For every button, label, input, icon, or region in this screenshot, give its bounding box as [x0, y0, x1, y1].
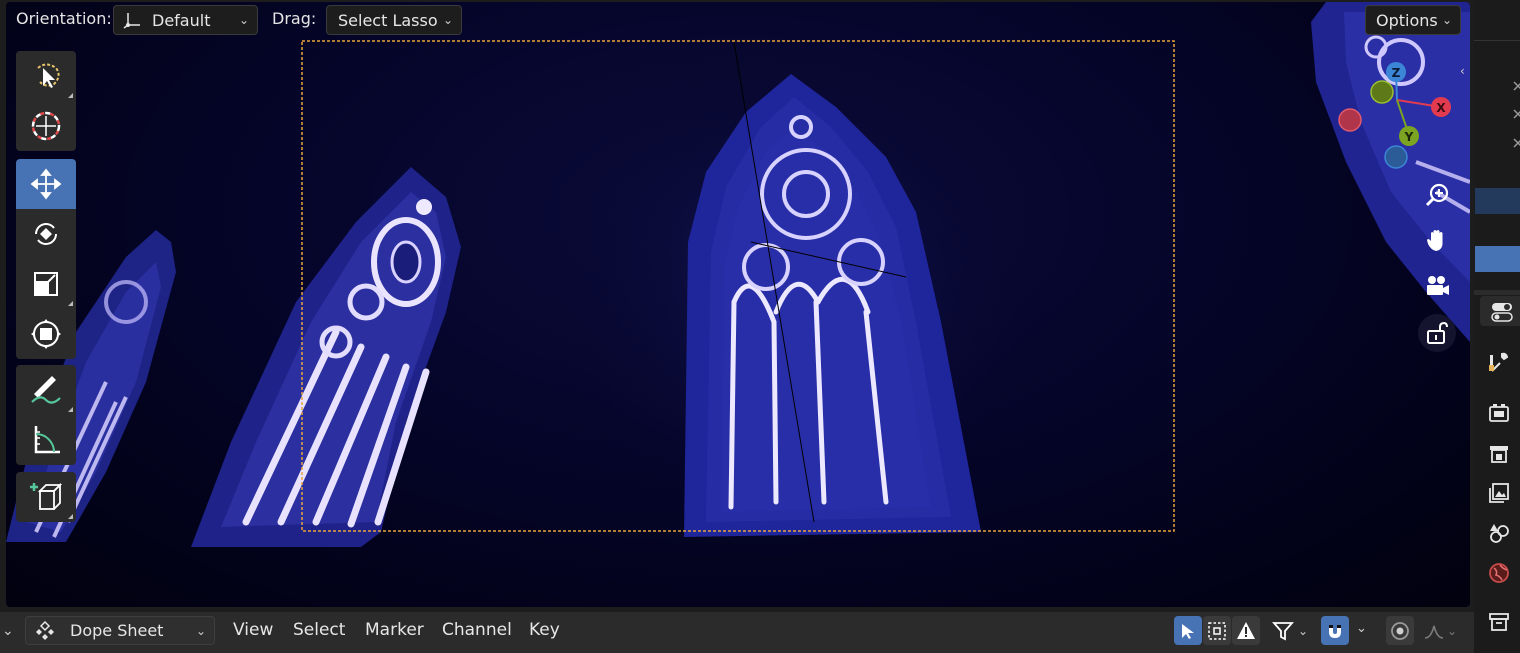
only-show-selected-toggle[interactable] — [1174, 616, 1202, 645]
view-layer-tab[interactable] — [1487, 481, 1511, 505]
chevron-down-icon: ⌄ — [1446, 623, 1458, 638]
archive-box-icon — [1489, 613, 1509, 631]
options-dropdown[interactable]: Options ⌄ — [1365, 5, 1461, 35]
toggle-icon — [1491, 303, 1513, 322]
world-tab[interactable] — [1487, 561, 1511, 585]
zoom-button[interactable] — [1422, 180, 1452, 210]
collection-tab[interactable] — [1487, 610, 1511, 634]
unlock-icon — [1427, 321, 1448, 344]
scale-icon — [34, 272, 58, 296]
select-lasso-icon — [37, 63, 60, 88]
proportional-falloff-dropdown[interactable]: ⌄ — [1418, 616, 1462, 645]
editor-type-dropdown[interactable]: Dope Sheet ⌄ — [25, 616, 215, 645]
window-middle-left — [191, 167, 461, 547]
hand-icon — [1427, 230, 1443, 251]
auto-snapping-toggle[interactable] — [1321, 616, 1349, 645]
wrench-screwdriver-icon — [1489, 352, 1509, 372]
axis-y-label: Y — [1404, 130, 1414, 144]
measure-icon — [34, 426, 60, 454]
image-layers-icon — [1489, 483, 1509, 503]
options-label: Options — [1376, 10, 1438, 30]
falloff-curve-icon — [1424, 625, 1444, 639]
zoom-icon — [1425, 183, 1449, 207]
arrow-cursor-icon — [1182, 623, 1194, 639]
pan-button[interactable] — [1422, 225, 1452, 255]
transform-icon — [31, 319, 61, 349]
drag-value: Select Lasso — [338, 10, 438, 30]
chevron-down-icon: ⌄ — [442, 13, 453, 27]
editor-type-value: Dope Sheet — [70, 621, 164, 640]
rotate-icon — [35, 223, 57, 245]
warning-icon — [1237, 621, 1255, 639]
orientation-dropdown[interactable]: Default ⌄ — [113, 5, 258, 35]
world-icon — [1489, 563, 1509, 583]
menu-key[interactable]: Key — [529, 620, 560, 640]
chevron-down-icon: ⌄ — [195, 623, 206, 638]
annotate-icon — [31, 376, 61, 404]
only-show-errors-toggle[interactable] — [1232, 616, 1260, 645]
filters-dropdown[interactable]: ⌄ — [1266, 616, 1314, 645]
chevron-down-icon: ⌄ — [1441, 13, 1452, 27]
tool-select-lasso[interactable] — [16, 51, 76, 101]
camera-view-button[interactable] — [1422, 271, 1452, 301]
orientation-value: Default — [152, 10, 211, 30]
add-cube-icon — [30, 482, 63, 510]
drag-label: Drag: — [272, 9, 317, 28]
tool-transform[interactable] — [16, 309, 76, 359]
axis-z-label: Z — [1392, 66, 1401, 80]
show-hidden-toggle[interactable] — [1203, 616, 1231, 645]
proportional-editing-toggle[interactable] — [1386, 616, 1414, 645]
chevron-down-icon: ⌄ — [238, 13, 249, 27]
filter-funnel-icon — [1271, 621, 1294, 640]
output-tab[interactable] — [1487, 442, 1511, 466]
dope-sheet-icon — [36, 620, 54, 640]
axis-neg-x-ball[interactable] — [1338, 108, 1362, 132]
navigation-gizmo[interactable]: Z X Y — [1335, 60, 1455, 172]
magnet-icon — [1329, 624, 1341, 638]
tool-annotate[interactable] — [16, 365, 76, 415]
camera-icon — [1427, 276, 1449, 295]
window-center — [536, 41, 1056, 552]
tool-tab[interactable] — [1487, 350, 1511, 374]
menu-select[interactable]: Select — [293, 620, 345, 640]
snapping-mode-chevron-icon[interactable]: ⌄ — [1356, 621, 1367, 636]
scene-icon — [1490, 524, 1509, 543]
axis-neg-z-ball[interactable] — [1384, 145, 1408, 169]
printer-icon — [1490, 446, 1508, 463]
cursor-icon — [31, 111, 61, 141]
menu-channel[interactable]: Channel — [442, 620, 512, 640]
lock-camera-button[interactable] — [1418, 314, 1456, 352]
tool-add-cube[interactable] — [16, 472, 76, 522]
transform-orientation-icon — [123, 13, 140, 29]
close-icons — [1513, 81, 1520, 148]
tool-settings-tab[interactable] — [1490, 300, 1514, 324]
chevron-down-icon[interactable]: ⌄ — [2, 623, 14, 639]
move-icon — [30, 168, 62, 200]
proportional-circle-icon — [1391, 621, 1409, 640]
dashed-select-icon — [1208, 621, 1226, 640]
tool-cursor[interactable] — [16, 101, 76, 151]
axis-neg-y-ball[interactable] — [1370, 80, 1394, 104]
drag-dropdown[interactable]: Select Lasso ⌄ — [326, 5, 462, 35]
menu-marker[interactable]: Marker — [365, 620, 424, 640]
tool-move[interactable] — [16, 159, 76, 209]
chevron-left-icon[interactable]: ‹ — [1460, 64, 1465, 78]
render-icon — [1489, 404, 1509, 422]
scene-render — [6, 2, 1470, 552]
scene-tab[interactable] — [1487, 521, 1511, 545]
3d-viewport[interactable] — [6, 2, 1470, 607]
axis-x-label: X — [1436, 101, 1446, 115]
orientation-label: Orientation: — [16, 9, 112, 28]
tool-rotate[interactable] — [16, 209, 76, 259]
menu-view[interactable]: View — [233, 620, 273, 640]
tool-measure[interactable] — [16, 415, 76, 465]
chevron-down-icon: ⌄ — [1297, 623, 1309, 638]
render-tab[interactable] — [1487, 400, 1511, 424]
tool-scale[interactable] — [16, 259, 76, 309]
